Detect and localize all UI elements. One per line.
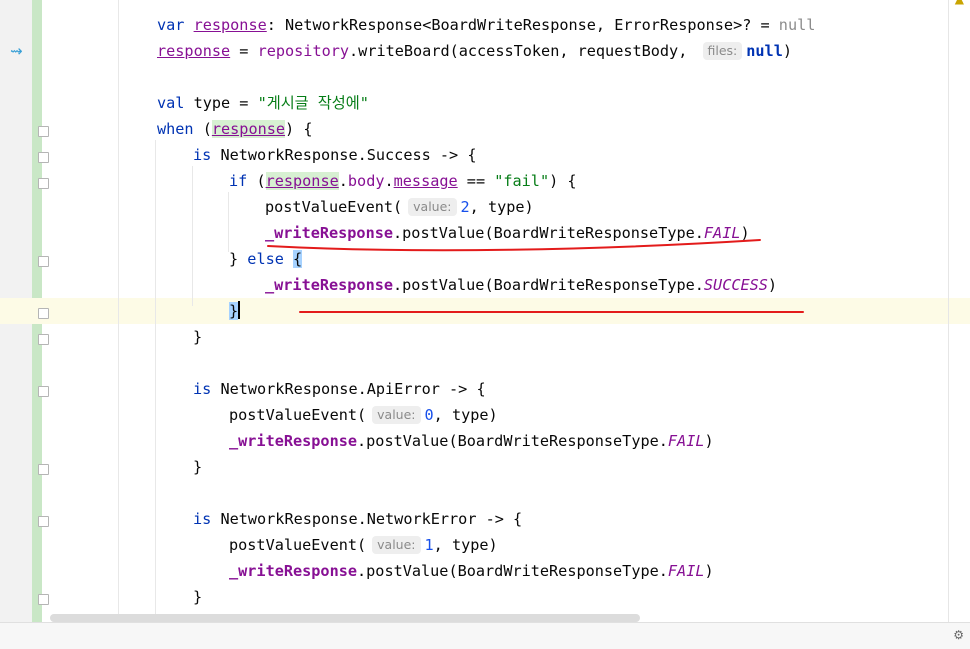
code-line[interactable]: _writeResponse.postValue(BoardWriteRespo… <box>265 220 750 246</box>
code-line[interactable]: response = repository.writeBoard(accessT… <box>157 38 792 64</box>
null-literal: null <box>746 42 783 60</box>
method-call: postValueEvent( <box>229 536 367 554</box>
paren: ) <box>704 562 714 580</box>
code-line[interactable]: when (response) { <box>157 116 312 142</box>
brace: } <box>193 328 203 346</box>
operator: = <box>230 42 258 60</box>
code-line[interactable]: } <box>193 454 202 480</box>
code-line[interactable]: val type = "게시글 작성에" <box>157 90 369 116</box>
property-ref: _writeResponse <box>265 224 394 242</box>
number-literal: 2 <box>460 198 470 216</box>
method-call: postValueEvent( <box>265 198 403 216</box>
brace: } <box>193 588 203 606</box>
keyword: is <box>193 380 212 398</box>
property-ref: body <box>347 172 385 190</box>
brace-match: { <box>293 250 303 268</box>
dot: . <box>338 172 348 190</box>
gear-icon[interactable]: ⚙ <box>953 628 964 642</box>
paren: ) <box>704 432 714 450</box>
method-call: .postValue(BoardWriteResponseType. <box>357 432 668 450</box>
keyword: if <box>229 172 248 190</box>
string-literal: "게시글 작성에" <box>257 94 369 112</box>
enum-constant: FAIL <box>703 224 741 242</box>
code-line[interactable]: postValueEvent( value: 0, type) <box>229 402 498 428</box>
paren: ) { <box>285 120 313 138</box>
enum-constant: FAIL <box>667 432 705 450</box>
parameter-hint: value: <box>408 198 457 216</box>
code-line[interactable]: is NetworkResponse.Success -> { <box>193 142 476 168</box>
paren: ) <box>767 276 778 294</box>
code-line[interactable]: } <box>193 584 202 610</box>
string-literal: "fail" <box>494 172 550 190</box>
keyword: when <box>157 120 194 138</box>
enum-constant: SUCCESS <box>703 276 768 294</box>
property-ref: _writeResponse <box>265 276 394 294</box>
code-line[interactable]: is NetworkResponse.NetworkError -> { <box>193 506 522 532</box>
paren: ( <box>247 172 266 190</box>
run-arrow-icon[interactable]: ⇝ <box>10 42 23 60</box>
property-ref: _writeResponse <box>229 562 358 580</box>
paren: ( <box>193 120 212 138</box>
paren: ) <box>782 42 792 60</box>
method-call: .postValue(BoardWriteResponseType. <box>393 224 704 242</box>
code-line[interactable]: is NetworkResponse.ApiError -> { <box>193 376 486 402</box>
paren: ) <box>740 224 750 242</box>
parameter-hint: files: <box>702 42 743 60</box>
number-literal: 0 <box>424 406 434 424</box>
code-line[interactable]: postValueEvent( value: 2, type) <box>265 194 534 220</box>
property-ref: message <box>393 172 458 190</box>
enum-constant: FAIL <box>667 562 705 580</box>
horizontal-scrollbar[interactable] <box>50 614 640 622</box>
paren: ) { <box>549 172 577 190</box>
code-line[interactable]: } <box>229 298 241 324</box>
property-ref: _writeResponse <box>229 432 358 450</box>
method-call: .postValue(BoardWriteResponseType. <box>357 562 668 580</box>
parameter-hint: value: <box>372 406 421 424</box>
code-line[interactable]: _writeResponse.postValue(BoardWriteRespo… <box>265 272 777 298</box>
brace: } <box>193 458 203 476</box>
type-check: NetworkResponse.ApiError -> { <box>211 380 486 398</box>
keyword: is <box>193 510 212 528</box>
code-line[interactable]: } <box>193 324 202 350</box>
code-editor[interactable]: var response: NetworkResponse<BoardWrite… <box>42 0 970 622</box>
variable-name: response <box>265 172 339 190</box>
dot: . <box>384 172 394 190</box>
status-bar <box>0 622 970 649</box>
declaration: type = <box>184 94 258 112</box>
method-call: .writeBoard(accessToken, requestBody, <box>349 42 697 60</box>
parameter-hint: value: <box>372 536 421 554</box>
type-check: NetworkResponse.Success -> { <box>211 146 477 164</box>
property-ref: repository <box>257 42 350 60</box>
code-line[interactable]: postValueEvent( value: 1, type) <box>229 532 498 558</box>
arguments: , type) <box>433 536 498 554</box>
operator: == <box>457 172 495 190</box>
code-line[interactable]: _writeResponse.postValue(BoardWriteRespo… <box>229 428 714 454</box>
code-line[interactable]: if (response.body.message == "fail") { <box>229 168 577 194</box>
brace: } <box>229 250 248 268</box>
number-literal: 1 <box>424 536 434 554</box>
keyword: val <box>157 94 185 112</box>
method-call: postValueEvent( <box>229 406 367 424</box>
variable-name: response <box>193 16 267 34</box>
keyword: is <box>193 146 212 164</box>
type-declaration: : NetworkResponse<BoardWriteResponse, Er… <box>266 16 779 34</box>
keyword: else <box>247 250 284 268</box>
code-line[interactable]: } else { <box>229 246 303 272</box>
arguments: , type) <box>433 406 498 424</box>
code-line[interactable]: var response: NetworkResponse<BoardWrite… <box>157 12 815 38</box>
variable-name: response <box>157 42 231 60</box>
arguments: , type) <box>469 198 534 216</box>
variable-name: response <box>211 120 286 138</box>
keyword: var <box>157 16 185 34</box>
null-literal: null <box>778 16 816 34</box>
code-line[interactable]: _writeResponse.postValue(BoardWriteRespo… <box>229 558 714 584</box>
method-call: .postValue(BoardWriteResponseType. <box>393 276 704 294</box>
type-check: NetworkResponse.NetworkError -> { <box>211 510 523 528</box>
brace-match: } <box>229 302 239 320</box>
text-cursor <box>238 301 241 319</box>
